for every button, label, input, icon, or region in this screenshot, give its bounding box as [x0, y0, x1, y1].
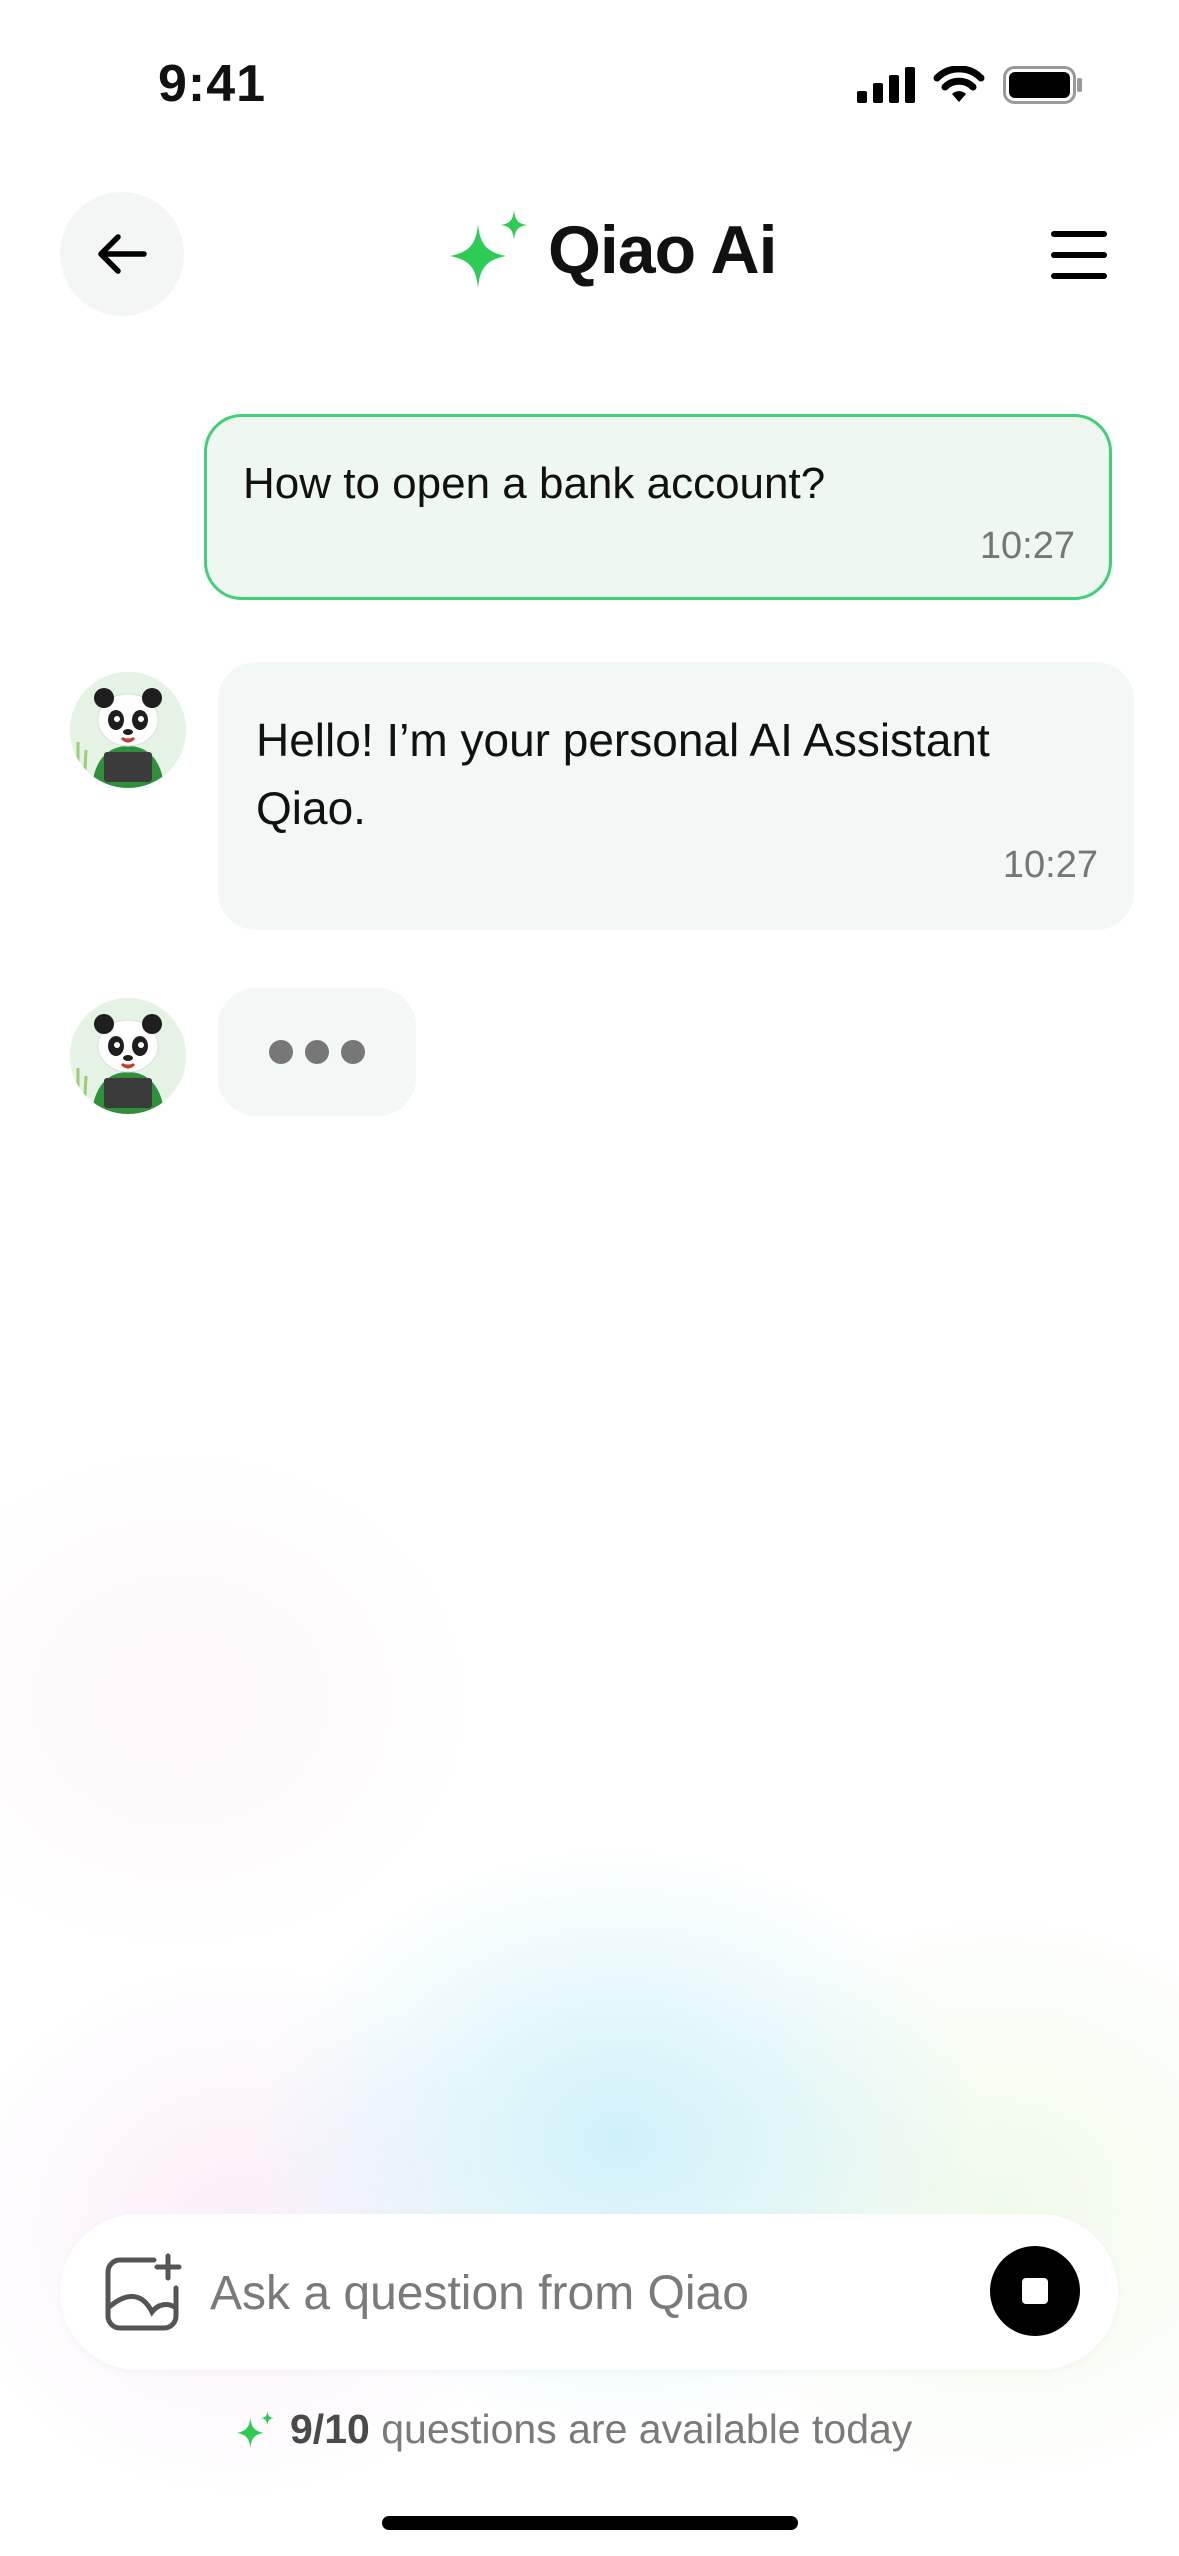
typing-dot	[269, 1040, 293, 1064]
home-indicator[interactable]	[382, 2516, 798, 2530]
typing-dot	[341, 1040, 365, 1064]
quota-text: questions are available today	[381, 2406, 913, 2452]
question-quota: 9/10 questions are available today	[236, 2406, 912, 2453]
message-text: Hello! I’m your personal AI Assistant Qi…	[256, 714, 990, 834]
typing-dot	[305, 1040, 329, 1064]
battery-icon	[1003, 66, 1082, 104]
menu-button[interactable]	[1046, 222, 1112, 288]
sparkle-icon	[450, 210, 528, 288]
assistant-message-bubble: Hello! I’m your personal AI Assistant Qi…	[218, 662, 1134, 930]
message-time: 10:27	[979, 525, 1075, 567]
wifi-icon	[933, 66, 985, 102]
cellular-signal-icon	[857, 67, 915, 103]
image-add-icon[interactable]	[102, 2252, 184, 2334]
user-message-bubble: How to open a bank account? 10:27	[204, 414, 1112, 600]
quota-count: 9/10	[290, 2406, 370, 2452]
status-icons	[857, 66, 1083, 104]
assistant-avatar	[70, 998, 186, 1114]
menu-icon	[1051, 231, 1107, 279]
chat-screen: 9:41 Qiao Ai How to open a bank account?…	[0, 0, 1179, 2556]
message-time: 10:27	[1002, 844, 1098, 886]
header-brand: Qiao Ai	[448, 210, 778, 290]
stop-icon	[1022, 2278, 1048, 2304]
app-title: Qiao Ai	[548, 212, 778, 288]
stop-button[interactable]	[990, 2246, 1080, 2336]
status-time: 9:41	[158, 55, 267, 113]
assistant-avatar	[70, 672, 186, 788]
message-text: How to open a bank account?	[243, 459, 826, 508]
message-input[interactable]	[208, 2254, 1012, 2332]
message-composer	[60, 2214, 1118, 2370]
arrow-left-icon	[98, 234, 147, 274]
back-button[interactable]	[60, 192, 184, 316]
typing-indicator	[218, 988, 416, 1116]
sparkle-icon	[237, 2410, 275, 2448]
